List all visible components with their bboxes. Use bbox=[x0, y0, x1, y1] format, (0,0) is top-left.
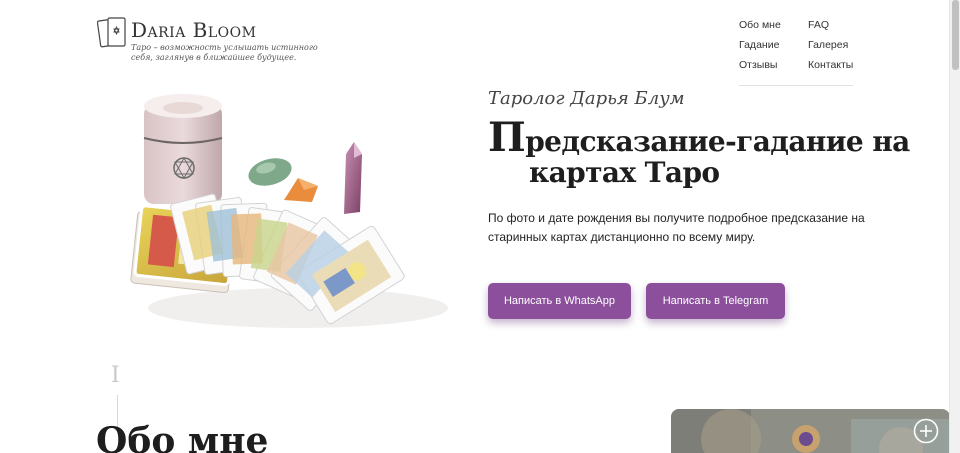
page-scrollbar[interactable] bbox=[949, 0, 960, 453]
whatsapp-button[interactable]: Написать в WhatsApp bbox=[488, 283, 631, 319]
hero-title: Предсказание-гадание на картах Таро bbox=[488, 118, 910, 189]
section-number: I bbox=[111, 363, 120, 388]
nav-reading[interactable]: Гадание bbox=[739, 38, 808, 52]
about-section-title: Обо мне bbox=[96, 420, 269, 453]
hero-title-drop-cap: П bbox=[488, 114, 526, 161]
hero-title-line-2: картах Таро bbox=[529, 156, 720, 189]
hero-description: По фото и дате рождения вы получите подр… bbox=[488, 211, 865, 244]
hero-title-line-1-rest: редсказание-гадание на bbox=[525, 125, 910, 158]
telegram-button[interactable]: Написать в Telegram bbox=[646, 283, 785, 319]
hero-image bbox=[130, 94, 448, 328]
plus-circle-icon[interactable] bbox=[913, 418, 939, 444]
nav-reviews[interactable]: Отзывы bbox=[739, 58, 808, 72]
hero-subtitle: Таролог Дарья Блум bbox=[488, 88, 685, 109]
nav-about[interactable]: Обо мне bbox=[739, 18, 808, 32]
main-nav: Обо мне FAQ Гадание Галерея Отзывы Конта… bbox=[739, 18, 853, 72]
about-image bbox=[671, 409, 950, 453]
brand-tagline: Таро – возможность услышать истинного се… bbox=[131, 43, 318, 62]
nav-divider bbox=[739, 85, 853, 86]
scrollbar-thumb[interactable] bbox=[952, 0, 959, 70]
tarot-cards-star-icon bbox=[97, 17, 126, 48]
site-logo[interactable]: Daria Bloom Таро – возможность услышать … bbox=[97, 14, 327, 64]
brand-name: Daria Bloom bbox=[131, 18, 257, 42]
nav-faq[interactable]: FAQ bbox=[808, 18, 868, 32]
nav-contacts[interactable]: Контакты bbox=[808, 58, 868, 72]
hero-title-line-1: Предсказание-гадание на bbox=[488, 118, 910, 158]
nav-gallery[interactable]: Галерея bbox=[808, 38, 868, 52]
